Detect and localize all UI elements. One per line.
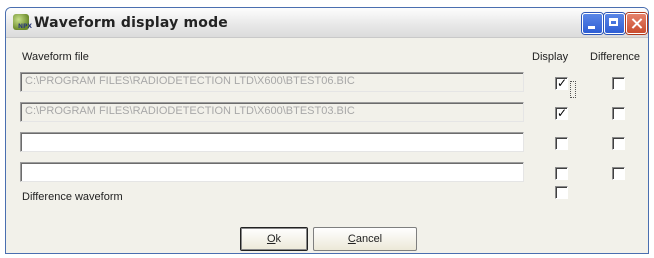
dialog-window: NPX Waveform display mode Waveform file … (5, 7, 649, 254)
cancel-button[interactable]: Cancel (313, 227, 417, 251)
difference-waveform-checkbox[interactable] (555, 186, 568, 199)
app-icon: NPX (13, 14, 33, 30)
ok-mnemonic: O (266, 233, 276, 245)
waveform-file-field-1: C:\PROGRAM FILES\RADIODETECTION LTD\X600… (20, 72, 524, 92)
difference-waveform-label: Difference waveform (22, 191, 123, 203)
cancel-label-rest: ancel (355, 233, 383, 245)
focus-indicator (570, 81, 576, 98)
difference-header: Difference (590, 51, 640, 63)
close-button[interactable] (626, 13, 647, 34)
waveform-file-field-2: C:\PROGRAM FILES\RADIODETECTION LTD\X600… (20, 102, 524, 122)
check-icon: ✓ (557, 106, 568, 120)
maximize-button[interactable] (604, 13, 625, 34)
minimize-button[interactable] (582, 13, 603, 34)
window-title: Waveform display mode (34, 15, 228, 31)
waveform-file-field-3[interactable] (20, 132, 524, 152)
display-checkbox-1[interactable]: ✓ (555, 76, 568, 90)
display-checkbox-3[interactable] (555, 137, 568, 150)
waveform-file-field-4[interactable] (20, 162, 524, 182)
display-header: Display (532, 51, 569, 63)
difference-checkbox-4[interactable] (612, 167, 625, 180)
check-icon: ✓ (557, 76, 568, 90)
cancel-mnemonic: C (347, 233, 356, 245)
difference-checkbox-3[interactable] (612, 137, 625, 150)
app-icon-badge: NPX (18, 23, 33, 30)
difference-checkbox-1[interactable] (612, 77, 625, 90)
title-bar[interactable]: NPX Waveform display mode (6, 8, 648, 38)
display-checkbox-4[interactable] (555, 167, 568, 180)
difference-checkbox-2[interactable] (612, 107, 625, 120)
display-checkbox-2[interactable]: ✓ (555, 106, 568, 120)
ok-button[interactable]: Ok (240, 227, 308, 251)
ok-label-rest: k (275, 233, 282, 245)
waveform-file-header: Waveform file (22, 51, 89, 63)
